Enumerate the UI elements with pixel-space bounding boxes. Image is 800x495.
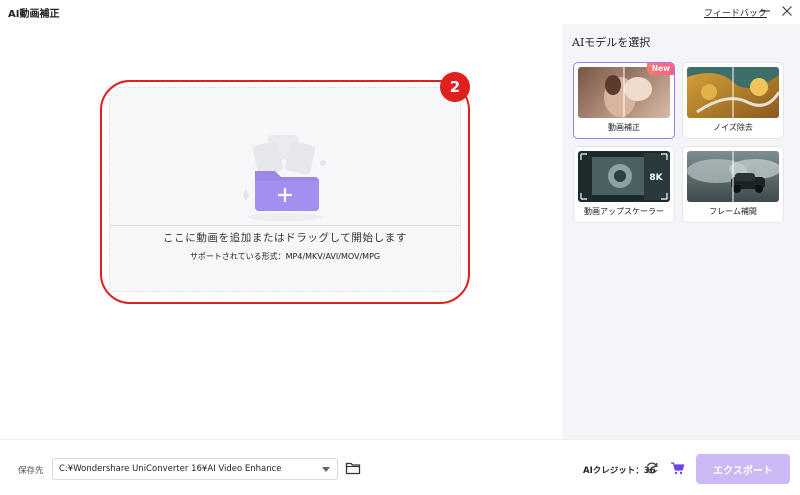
main-area: ここに動画を追加またはドラッグして開始します サポートされている形式：MP4/M… bbox=[0, 24, 562, 439]
save-path-dropdown[interactable]: C:¥Wondershare UniConverter 16¥AI Video … bbox=[52, 458, 338, 480]
model-card-video-enhance[interactable]: New 動画補正 bbox=[573, 62, 675, 139]
open-folder-icon[interactable] bbox=[345, 460, 361, 476]
video-upscaler-thumbnail: 8K bbox=[578, 151, 670, 202]
drop-instruction: ここに動画を追加またはドラッグして開始します bbox=[163, 232, 407, 244]
noise-removal-thumbnail bbox=[687, 67, 779, 118]
close-icon bbox=[782, 6, 792, 16]
save-location-label: 保存先 bbox=[18, 466, 44, 476]
save-path-value: C:¥Wondershare UniConverter 16¥AI Video … bbox=[59, 464, 282, 474]
ai-video-enhance-window: AI動画補正 フィードバック ここに動画を追加またはドラッグして開始します サポ… bbox=[0, 0, 800, 495]
app-title: AI動画補正 bbox=[8, 9, 60, 20]
minimize-button[interactable] bbox=[757, 3, 773, 19]
model-label: フレーム補間 bbox=[709, 207, 757, 216]
drop-zone-divider bbox=[110, 225, 460, 226]
8k-badge: 8K bbox=[649, 173, 663, 183]
refresh-icon[interactable] bbox=[645, 461, 659, 475]
cart-icon[interactable] bbox=[670, 461, 685, 475]
model-label: 動画補正 bbox=[608, 123, 640, 132]
chevron-down-icon bbox=[322, 467, 330, 472]
model-label: 動画アップスケーラー bbox=[584, 207, 664, 216]
new-badge: New bbox=[646, 63, 674, 75]
bottom-bar: 保存先 C:¥Wondershare UniConverter 16¥AI Vi… bbox=[0, 439, 800, 495]
model-panel: AIモデルを選択 New 動画補正 ノイズ除去 8K 動画アップスケーラー フレ… bbox=[562, 24, 800, 439]
frame-interpolation-thumbnail bbox=[687, 151, 779, 202]
model-label: ノイズ除去 bbox=[713, 123, 753, 132]
minimize-icon bbox=[760, 10, 770, 12]
video-drop-zone[interactable]: ここに動画を追加またはドラッグして開始します サポートされている形式：MP4/M… bbox=[109, 87, 461, 292]
model-card-noise-removal[interactable]: ノイズ除去 bbox=[682, 62, 784, 139]
model-panel-title: AIモデルを選択 bbox=[572, 36, 651, 49]
model-card-video-upscaler[interactable]: 8K 動画アップスケーラー bbox=[573, 146, 675, 223]
title-bar: AI動画補正 フィードバック bbox=[0, 0, 800, 24]
step-number-badge: 2 bbox=[440, 72, 470, 102]
close-button[interactable] bbox=[779, 3, 795, 19]
model-card-frame-interpolation[interactable]: フレーム補間 bbox=[682, 146, 784, 223]
add-folder-icon bbox=[243, 135, 326, 221]
export-button[interactable]: エクスポート bbox=[696, 454, 790, 484]
supported-formats: サポートされている形式：MP4/MKV/AVI/MOV/MPG bbox=[189, 252, 381, 261]
